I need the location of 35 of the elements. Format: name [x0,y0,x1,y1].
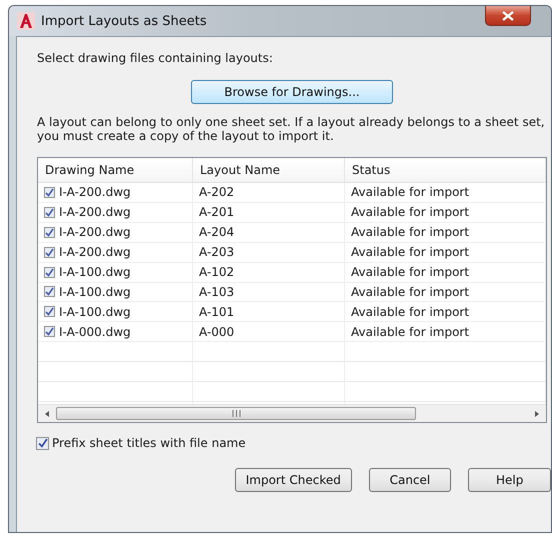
layout-name: A-102 [199,265,234,280]
status-text: Available for import [351,205,470,220]
layout-name: A-201 [199,205,234,220]
drawing-name: I-A-100.dwg [59,284,131,299]
layout-name: A-203 [199,245,234,260]
layout-name: A-204 [199,225,234,240]
layout-name: A-202 [199,185,234,200]
drawing-name: I-A-000.dwg [59,324,131,339]
window-title: Import Layouts as Sheets [41,14,207,28]
status-text: Available for import [351,265,470,280]
status-text: Available for import [351,185,470,200]
note-text: A layout can belong to only one sheet set. If a layout already belongs to a sheet set, you must create a copy of the layout to import it. [37,115,546,143]
drawing-name: I-A-100.dwg [59,304,131,319]
drawing-name: I-A-100.dwg [59,265,131,280]
column-header[interactable]: Drawing Name [38,158,193,182]
instruction-text: Select drawing files containing layouts: [37,51,274,65]
dialog-button[interactable]: Cancel [368,468,452,492]
status-text: Available for import [351,245,470,260]
drawing-name: I-A-200.dwg [59,185,131,200]
column-header[interactable]: Layout Name [193,158,345,182]
browse-button[interactable]: Browse for Drawings... [191,80,393,104]
dialog-button[interactable]: Help [468,468,551,492]
status-text: Available for import [351,324,470,339]
drawing-name: I-A-200.dwg [59,225,131,240]
status-text: Available for import [351,284,470,299]
checkbox-label[interactable]: Prefix sheet titles with file name [52,436,246,450]
layout-name: A-000 [199,324,234,339]
drawing-name: I-A-200.dwg [59,245,131,260]
status-text: Available for import [351,304,470,319]
status-text: Available for import [351,225,470,240]
layout-name: A-103 [199,284,234,299]
column-header[interactable]: Status [345,158,546,182]
dialog-button[interactable]: Import Checked [235,468,352,492]
drawing-name: I-A-200.dwg [59,205,131,220]
layout-name: A-101 [199,304,234,319]
